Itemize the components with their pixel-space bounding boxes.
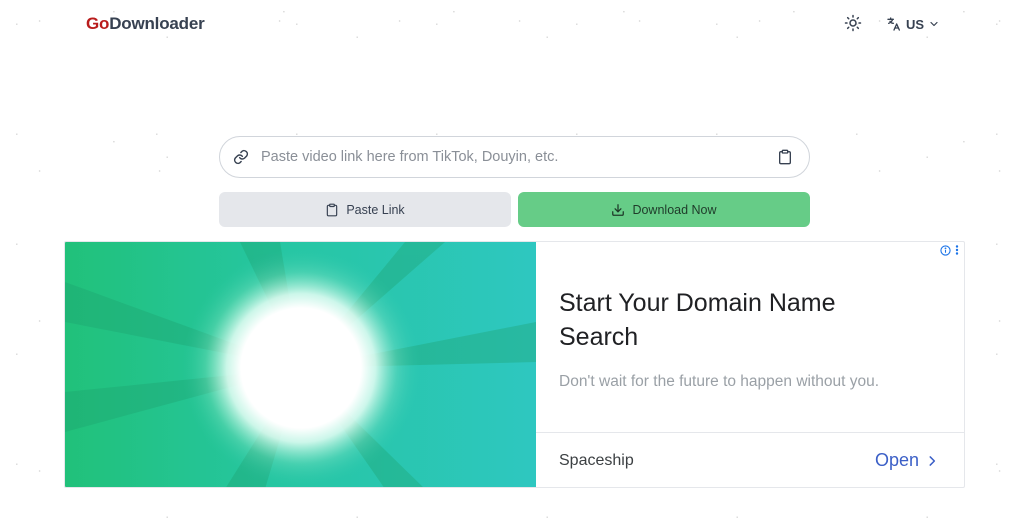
translate-icon xyxy=(887,17,900,31)
language-selector[interactable]: US xyxy=(886,13,940,35)
ad-open-label: Open xyxy=(875,450,920,470)
advertisement[interactable]: Start Your Domain Name Search Don't wait… xyxy=(64,241,965,488)
paste-link-button[interactable]: Paste Link xyxy=(219,192,511,227)
clipboard-icon[interactable] xyxy=(777,149,793,165)
link-icon xyxy=(233,149,249,165)
logo-go: Go xyxy=(86,14,110,33)
ad-advertiser[interactable]: Spaceship xyxy=(559,452,634,470)
download-icon xyxy=(612,203,625,216)
ad-open-button[interactable]: Open xyxy=(875,450,939,471)
info-icon xyxy=(940,244,951,256)
language-label: US xyxy=(906,16,925,32)
url-search-box xyxy=(219,136,810,178)
logo-rest: Downloader xyxy=(109,14,205,33)
ad-sunburst-graphic xyxy=(65,242,536,487)
top-header: GoDownloader US xyxy=(0,0,1024,48)
ad-image[interactable] xyxy=(65,242,536,487)
download-now-button[interactable]: Download Now xyxy=(518,192,810,227)
ad-description: Don't wait for the future to happen with… xyxy=(559,373,880,390)
chevron-right-icon xyxy=(929,455,936,466)
paste-link-label: Paste Link xyxy=(346,202,405,217)
sun-icon xyxy=(844,14,862,32)
ad-title[interactable]: Start Your Domain Name Search xyxy=(559,286,919,354)
download-now-label: Download Now xyxy=(632,202,717,217)
chevron-down-icon xyxy=(930,21,938,27)
theme-toggle-button[interactable] xyxy=(842,12,864,34)
more-vertical-icon xyxy=(955,245,959,255)
clipboard-icon xyxy=(327,203,338,216)
logo[interactable]: GoDownloader xyxy=(86,14,205,34)
ad-divider xyxy=(536,432,964,433)
video-url-input[interactable] xyxy=(249,137,777,177)
ad-choices[interactable] xyxy=(940,244,960,256)
